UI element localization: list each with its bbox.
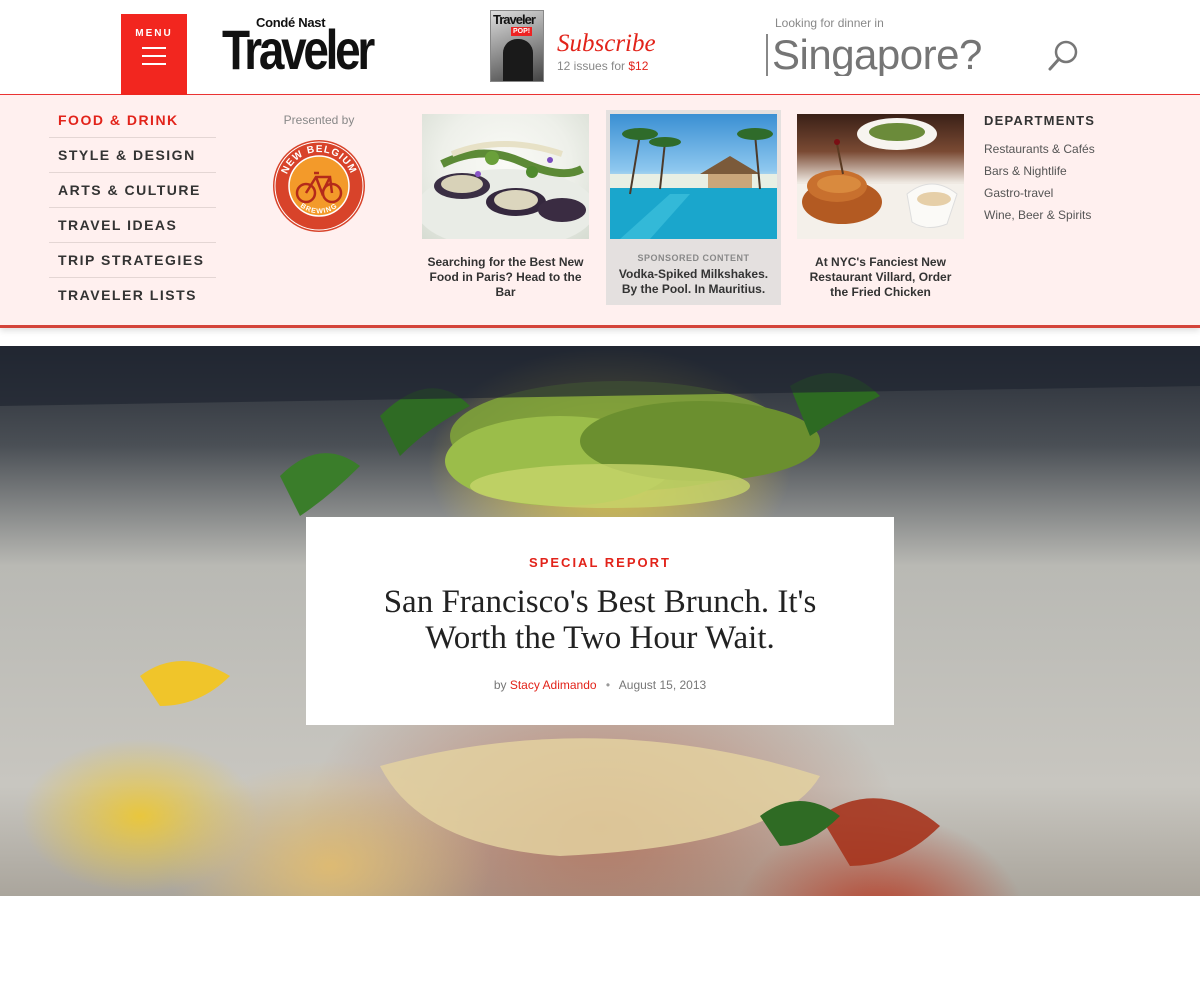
subscribe-link[interactable]: Subscribe: [557, 31, 656, 57]
menu-dropdown: FOOD & DRINK STYLE & DESIGN ARTS & CULTU…: [0, 95, 1200, 328]
sponsored-content-tag: SPONSORED CONTENT: [637, 253, 750, 263]
dept-link-bars[interactable]: Bars & Nightlife: [984, 160, 1184, 182]
presented-by-label: Presented by: [283, 113, 355, 127]
nav-item-arts-culture[interactable]: ARTS & CULTURE: [49, 173, 216, 208]
subscribe-promo[interactable]: Subscribe 12 issues for $12: [557, 31, 656, 74]
cover-title: Traveler: [493, 12, 536, 27]
sponsored-card[interactable]: SPONSORED CONTENT Vodka-Spiked Milkshake…: [606, 110, 781, 305]
subscribe-offer: 12 issues for $12: [557, 59, 656, 73]
sponsor-block: Presented by NEW BELGIUM BREWING: [244, 113, 394, 232]
card-image-salad: [416, 114, 596, 249]
dept-link-restaurants[interactable]: Restaurants & Cafés: [984, 138, 1184, 160]
logo-wordmark: Traveler: [222, 18, 375, 81]
section-nav: FOOD & DRINK STYLE & DESIGN ARTS & CULTU…: [49, 103, 216, 313]
story-date: August 15, 2013: [618, 678, 707, 692]
menu-button[interactable]: MENU: [121, 14, 187, 95]
card-title: At NYC's Fanciest New Restaurant Villard…: [809, 255, 952, 299]
article-card[interactable]: At NYC's Fanciest New Restaurant Villard…: [797, 114, 964, 300]
dept-link-gastro-travel[interactable]: Gastro-travel: [984, 182, 1184, 204]
author-link[interactable]: Stacy Adimando: [510, 678, 597, 692]
byline-separator: •: [605, 678, 611, 692]
dinner-search: Looking for dinner in: [766, 16, 1026, 76]
nav-item-style-design[interactable]: STYLE & DESIGN: [49, 138, 216, 173]
story-card[interactable]: SPECIAL REPORT San Francisco's Best Brun…: [306, 517, 894, 725]
hero-image: SPECIAL REPORT San Francisco's Best Brun…: [0, 346, 1200, 896]
nav-item-food-drink[interactable]: FOOD & DRINK: [49, 103, 216, 138]
nav-item-traveler-lists[interactable]: TRAVELER LISTS: [49, 278, 216, 313]
site-logo[interactable]: Condé Nast Traveler: [222, 14, 387, 80]
departments-list: DEPARTMENTS Restaurants & Cafés Bars & N…: [984, 113, 1184, 226]
departments-title: DEPARTMENTS: [984, 113, 1096, 128]
card-image-pool: [610, 114, 777, 239]
card-title: Vodka-Spiked Milkshakes. By the Pool. In…: [618, 267, 769, 296]
story-headline[interactable]: San Francisco's Best Brunch. It's Worth …: [360, 584, 840, 656]
nav-item-trip-strategies[interactable]: TRIP STRATEGIES: [49, 243, 216, 278]
dinner-search-label: Looking for dinner in: [775, 16, 884, 30]
cover-tag: POP!: [511, 27, 533, 36]
byline-prefix: by: [493, 678, 507, 692]
card-title: Searching for the Best New Food in Paris…: [427, 255, 584, 299]
nav-item-travel-ideas[interactable]: TRAVEL IDEAS: [49, 208, 216, 243]
article-card[interactable]: Searching for the Best New Food in Paris…: [416, 114, 596, 300]
subscribe-price: $12: [628, 59, 649, 73]
story-kicker[interactable]: SPECIAL REPORT: [306, 555, 894, 570]
new-belgium-logo[interactable]: NEW BELGIUM BREWING: [272, 139, 366, 233]
magazine-cover-image[interactable]: Traveler POP!: [490, 10, 544, 82]
subscribe-offer-text: 12 issues for: [557, 59, 629, 73]
site-header: MENU Condé Nast Traveler Traveler POP! S…: [0, 0, 1200, 95]
search-icon[interactable]: [1047, 38, 1081, 72]
dept-link-wine-beer[interactable]: Wine, Beer & Spirits: [984, 204, 1184, 226]
story-byline: by Stacy Adimando • August 15, 2013: [306, 678, 894, 692]
menu-label: MENU: [135, 28, 173, 39]
city-search-input[interactable]: [766, 34, 1026, 76]
cover-figure: [503, 39, 533, 81]
card-image-chicken: [797, 114, 964, 239]
hamburger-icon: [142, 47, 166, 65]
